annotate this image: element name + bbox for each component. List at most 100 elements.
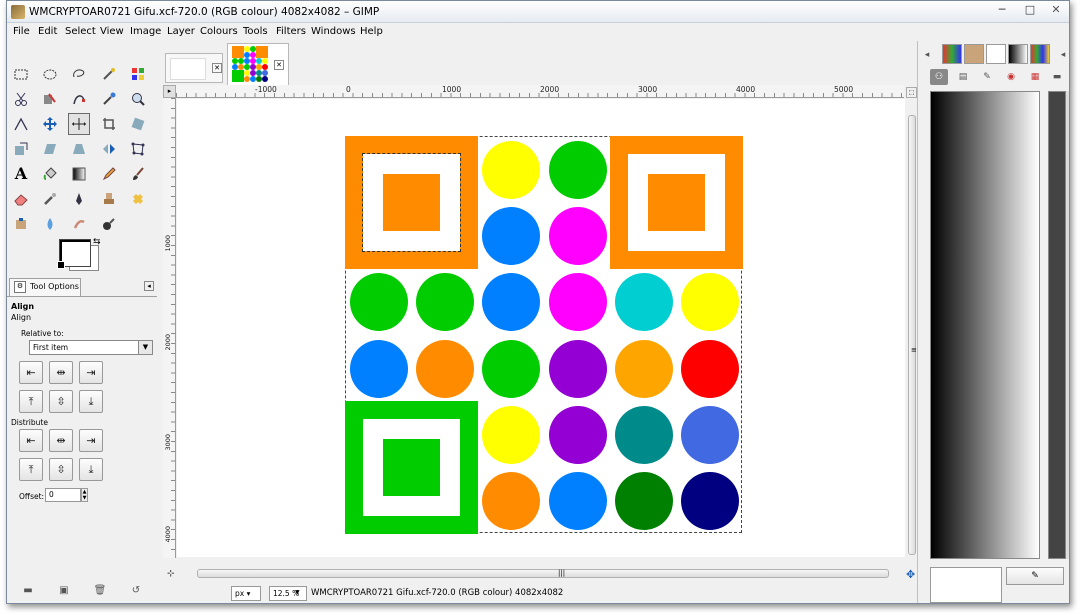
navigate-icon[interactable]: ⊹ <box>167 569 175 579</box>
swap-colors-icon[interactable]: ⇆ <box>93 237 101 247</box>
crop-icon[interactable] <box>98 113 120 135</box>
tab-undo-icon[interactable]: ▬ <box>1048 69 1066 85</box>
scroll-thumb[interactable]: ||| <box>197 569 889 578</box>
delete-options-icon[interactable]: 🗑 <box>93 585 107 597</box>
zoom-toggle-icon[interactable]: ⬚ <box>906 87 917 98</box>
close-icon[interactable]: ✕ <box>212 63 222 73</box>
eraser-icon[interactable] <box>10 188 32 210</box>
gradient-list[interactable] <box>1048 91 1066 559</box>
menu-view[interactable]: View <box>100 26 124 37</box>
blend-icon[interactable] <box>68 163 90 185</box>
image-tab-2[interactable]: ✕ <box>227 43 289 85</box>
tab-images[interactable] <box>964 44 984 64</box>
airbrush-icon[interactable] <box>39 188 61 210</box>
blur-icon[interactable] <box>39 213 61 235</box>
image-canvas[interactable] <box>345 136 743 534</box>
fg-bg-colors[interactable]: ⇆ <box>57 237 109 275</box>
align-bottom-button[interactable]: ⤓ <box>79 390 103 413</box>
tab-brushes[interactable] <box>986 44 1006 64</box>
navigation-icon[interactable]: ✥ <box>906 568 915 581</box>
horizontal-scrollbar[interactable]: ||| <box>177 568 905 580</box>
unit-select[interactable]: px ▾ <box>231 586 261 601</box>
distribute-middle-button[interactable]: ⇳ <box>49 458 73 481</box>
paintbrush-icon[interactable] <box>127 163 149 185</box>
pencil-icon[interactable] <box>98 163 120 185</box>
ellipse-select-icon[interactable] <box>39 63 61 85</box>
lasso-select-icon[interactable] <box>68 63 90 85</box>
flip-icon[interactable] <box>98 138 120 160</box>
paths-icon[interactable] <box>68 88 90 110</box>
tab-channels-icon[interactable]: ▤ <box>954 69 972 85</box>
menu-tools[interactable]: Tools <box>243 26 268 37</box>
distribute-center-button[interactable]: ⇹ <box>49 429 73 452</box>
scissors-select-icon[interactable] <box>10 88 32 110</box>
cage-transform-icon[interactable] <box>127 138 149 160</box>
distribute-top-button[interactable]: ⤒ <box>19 458 43 481</box>
clone-icon[interactable] <box>98 188 120 210</box>
select-by-color-icon[interactable] <box>127 63 149 85</box>
align-right-button[interactable]: ⇥ <box>79 361 103 384</box>
quick-mask-toggle[interactable]: ▸ <box>163 85 176 98</box>
offset-input[interactable]: 0 <box>45 488 81 502</box>
text-icon[interactable]: A <box>10 163 32 185</box>
tab-gradients[interactable] <box>1008 44 1028 64</box>
align-tool-icon[interactable] <box>68 113 90 135</box>
offset-spinner[interactable]: ▲ ▼ <box>81 488 88 502</box>
menu-windows[interactable]: Windows <box>311 26 356 37</box>
ink-icon[interactable] <box>68 188 90 210</box>
distribute-left-button[interactable]: ⇤ <box>19 429 43 452</box>
dock-scrollbar[interactable] <box>1066 91 1069 559</box>
align-left-button[interactable]: ⇤ <box>19 361 43 384</box>
menu-filters[interactable]: Filters <box>276 26 306 37</box>
image-viewport[interactable] <box>177 99 905 557</box>
smudge-icon[interactable] <box>68 213 90 235</box>
tab-colormap-icon[interactable]: ◉ <box>1002 69 1020 85</box>
menu-file[interactable]: File <box>13 26 30 37</box>
menu-select[interactable]: Select <box>65 26 96 37</box>
menu-edit[interactable]: Edit <box>38 26 57 37</box>
dock-menu-icon[interactable]: ◂ <box>918 47 936 63</box>
tab-patterns[interactable] <box>942 44 962 64</box>
move-icon[interactable] <box>39 113 61 135</box>
perspective-icon[interactable] <box>68 138 90 160</box>
close-icon[interactable]: ✕ <box>274 60 284 70</box>
menu-layer[interactable]: Layer <box>167 26 195 37</box>
save-options-icon[interactable]: ▬ <box>21 585 35 597</box>
tab-palettes[interactable] <box>1030 44 1050 64</box>
maximize-button[interactable]: □ <box>1017 2 1043 19</box>
perspective-clone-icon[interactable] <box>10 213 32 235</box>
minimize-button[interactable]: ─ <box>989 2 1015 19</box>
fuzzy-select-icon[interactable] <box>98 63 120 85</box>
relative-to-select[interactable]: First item ▼ <box>29 340 153 355</box>
align-center-button[interactable]: ⇹ <box>49 361 73 384</box>
close-button[interactable]: ✕ <box>1045 2 1067 19</box>
foreground-select-icon[interactable] <box>39 88 61 110</box>
gradient-preview[interactable] <box>930 91 1040 559</box>
menu-image[interactable]: Image <box>130 26 161 37</box>
distribute-bottom-button[interactable]: ⤓ <box>79 458 103 481</box>
menu-colours[interactable]: Colours <box>200 26 238 37</box>
rect-select-icon[interactable] <box>10 63 32 85</box>
measure-icon[interactable] <box>10 113 32 135</box>
gradient-thumbnail[interactable] <box>930 567 1002 603</box>
restore-options-icon[interactable]: ▣ <box>57 585 71 597</box>
dock-menu-icon[interactable]: ◂ <box>1054 47 1069 63</box>
zoom-icon[interactable] <box>127 88 149 110</box>
edit-gradient-button[interactable]: ✎ <box>1006 567 1064 585</box>
dodge-burn-icon[interactable] <box>98 213 120 235</box>
tab-tool-options[interactable]: ⚙ Tool Options <box>9 278 81 296</box>
tab-histogram-icon[interactable]: ▦ <box>1026 69 1044 85</box>
scale-icon[interactable] <box>10 138 32 160</box>
rotate-icon[interactable] <box>127 113 149 135</box>
reset-colors-icon[interactable] <box>57 261 65 269</box>
align-top-button[interactable]: ⤒ <box>19 390 43 413</box>
zoom-select[interactable]: 12.5 % <box>269 586 307 601</box>
image-tab-1[interactable]: ✕ <box>165 53 223 83</box>
color-picker-icon[interactable] <box>98 88 120 110</box>
tab-paths-icon[interactable]: ✎ <box>978 69 996 85</box>
vertical-ruler[interactable]: 1000 2000 3000 4000 <box>163 98 176 558</box>
scroll-thumb[interactable]: ≡ <box>908 115 917 555</box>
dock-menu-icon[interactable]: ◂ <box>144 281 154 291</box>
bucket-fill-icon[interactable] <box>39 163 61 185</box>
distribute-right-button[interactable]: ⇥ <box>79 429 103 452</box>
